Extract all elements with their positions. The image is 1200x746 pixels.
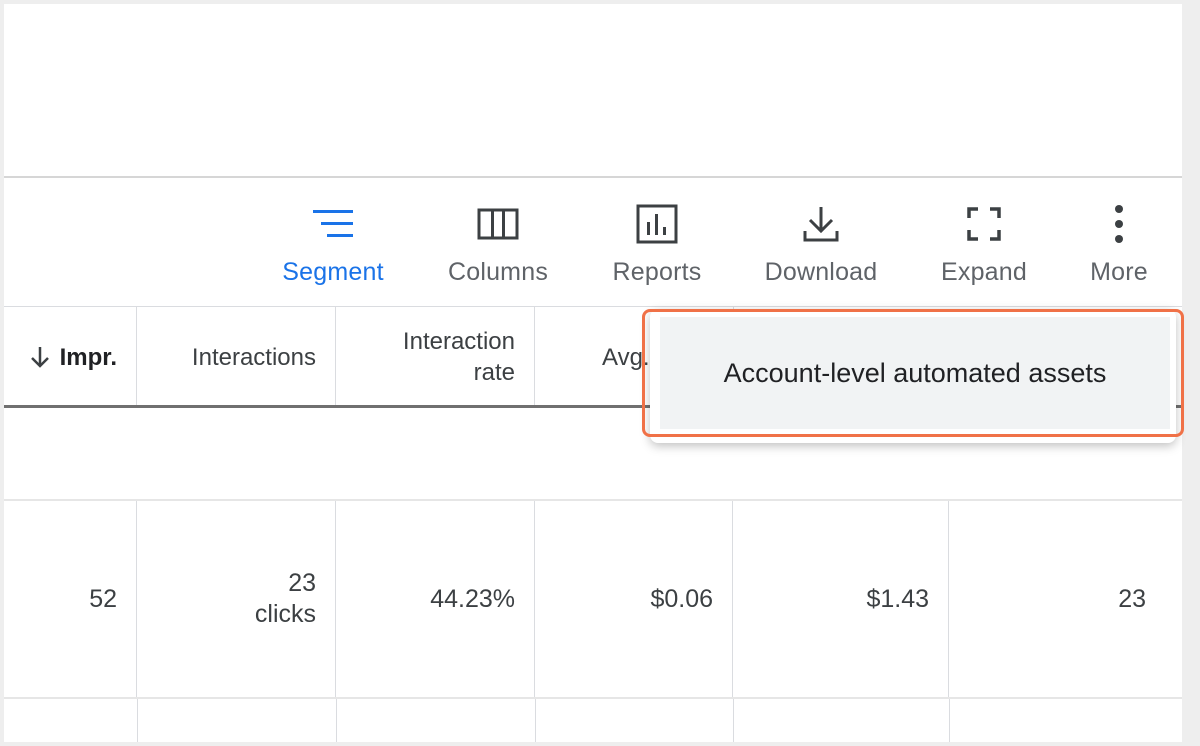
download-label: Download bbox=[764, 258, 878, 286]
row-divider bbox=[4, 697, 1182, 699]
interactions-unit: clicks bbox=[254, 600, 316, 628]
interactions-count: 23 bbox=[288, 569, 316, 597]
more-button[interactable]: More bbox=[1084, 178, 1154, 306]
reports-label: Reports bbox=[612, 258, 702, 286]
download-icon bbox=[801, 204, 841, 244]
expand-button[interactable]: Expand bbox=[936, 178, 1032, 306]
column-header-impr[interactable]: Impr. bbox=[4, 307, 137, 407]
column-divider bbox=[535, 699, 536, 742]
highlight-outline bbox=[642, 309, 1184, 437]
segment-icon bbox=[311, 204, 355, 244]
expand-icon bbox=[966, 204, 1002, 244]
column-header-interactions[interactable]: Interactions bbox=[137, 307, 336, 407]
impr-value: 52 bbox=[89, 584, 117, 613]
table-row[interactable]: 52 23 clicks 44.23% $0.06 $1.43 23 bbox=[4, 501, 1182, 697]
column-divider bbox=[336, 699, 337, 742]
impr-header-label: Impr. bbox=[59, 343, 117, 371]
column-divider bbox=[733, 699, 734, 742]
column-divider bbox=[949, 699, 950, 742]
cell-last: 23 bbox=[949, 501, 1165, 697]
cell-cost: $1.43 bbox=[733, 501, 949, 697]
download-button[interactable]: Download bbox=[758, 178, 884, 306]
table-toolbar: Segment Columns Reports Download Expand … bbox=[4, 178, 1182, 306]
cost-value: $1.43 bbox=[866, 584, 929, 613]
column-divider bbox=[137, 699, 138, 742]
column-header-interaction-rate[interactable]: Interaction rate bbox=[336, 307, 535, 407]
sort-arrow-down-icon bbox=[29, 345, 51, 369]
columns-button[interactable]: Columns bbox=[442, 178, 554, 306]
cell-interactions: 23 clicks bbox=[137, 501, 336, 697]
expand-label: Expand bbox=[941, 258, 1027, 286]
interaction-rate-header-line2: rate bbox=[473, 359, 515, 386]
more-label: More bbox=[1090, 258, 1148, 286]
reports-button[interactable]: Reports bbox=[606, 178, 708, 306]
more-vert-icon bbox=[1113, 204, 1125, 244]
columns-label: Columns bbox=[447, 258, 549, 286]
cell-impr: 52 bbox=[4, 501, 137, 697]
cell-interaction-rate: 44.23% bbox=[336, 501, 535, 697]
interaction-rate-header-line1: Interaction bbox=[402, 328, 515, 355]
interaction-rate-value: 44.23% bbox=[430, 584, 515, 613]
columns-icon bbox=[477, 204, 519, 244]
avg-cost-value: $0.06 bbox=[650, 584, 713, 613]
last-column-value: 23 bbox=[1118, 584, 1146, 613]
cell-avg-cost: $0.06 bbox=[535, 501, 733, 697]
interactions-header-label: Interactions bbox=[191, 343, 316, 371]
reports-icon bbox=[636, 204, 678, 244]
segment-button[interactable]: Segment bbox=[276, 178, 390, 306]
segment-label: Segment bbox=[282, 258, 384, 286]
